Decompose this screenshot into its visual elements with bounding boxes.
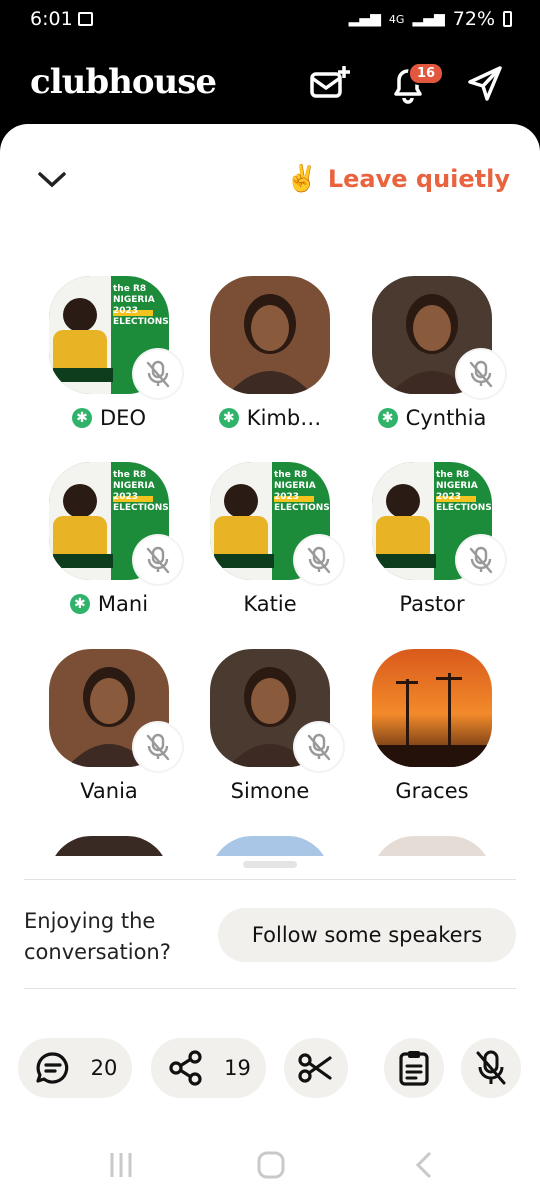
enjoy-prompt: Enjoying the conversation?	[24, 909, 171, 964]
battery-level: 72%	[452, 8, 495, 30]
clubhouse-logo[interactable]: clubhouse	[30, 62, 217, 102]
send-icon[interactable]	[464, 62, 508, 106]
notes-button[interactable]	[384, 1038, 444, 1098]
speaker-name: DEO	[100, 406, 146, 430]
speaker-name-row: ✱ DEO	[28, 406, 190, 430]
speaker-tile[interactable]: the R8 NIGERIA 2023 ELECTIONS Pastor	[351, 462, 513, 616]
invite-mail-icon[interactable]	[308, 62, 352, 106]
speaker-name: Katie	[243, 592, 297, 616]
moderator-badge-icon: ✱	[218, 408, 239, 428]
share-icon	[169, 1050, 202, 1086]
notification-badge: 16	[408, 62, 445, 85]
speaker-tile[interactable]: ✱ Kimb…	[189, 276, 351, 430]
speaker-name-row: Graces	[351, 779, 513, 803]
mic-muted-button[interactable]	[461, 1038, 521, 1098]
mic-muted-icon	[457, 350, 505, 398]
message-notification-icon	[78, 12, 93, 26]
sunset-photo	[372, 649, 492, 767]
speaker-name: Simone	[230, 779, 310, 803]
speaker-tile[interactable]: Vania	[28, 649, 190, 803]
chat-button[interactable]: 20	[18, 1038, 132, 1098]
speaker-name: Kimb…	[246, 406, 322, 430]
speaker-avatar[interactable]	[210, 836, 330, 856]
speaker-tile-partial[interactable]	[351, 836, 513, 856]
speaker-tile[interactable]: Simone	[189, 649, 351, 803]
speaker-name: Vania	[80, 779, 138, 803]
mic-muted-icon	[134, 723, 182, 771]
app-bar: clubhouse 16	[0, 40, 540, 126]
speaker-name: Cynthia	[405, 406, 487, 430]
divider	[24, 988, 516, 989]
signal-icon: ▂▄▆	[348, 11, 381, 27]
speaker-name: Graces	[395, 779, 469, 803]
home-icon[interactable]	[256, 1150, 286, 1180]
moderator-badge-icon: ✱	[69, 594, 90, 614]
speaker-name-row: ✱ Mani	[28, 592, 190, 616]
profile-photo	[210, 276, 330, 394]
follow-speakers-button[interactable]: Follow some speakers	[218, 908, 516, 962]
chat-icon	[36, 1052, 68, 1084]
speaker-name: Pastor	[399, 592, 465, 616]
system-nav-bar	[0, 1140, 540, 1190]
moderator-badge-icon: ✱	[377, 408, 398, 428]
speaker-name-row: Simone	[189, 779, 351, 803]
collapse-chevron-icon[interactable]	[36, 164, 68, 196]
mic-muted-icon	[295, 723, 343, 771]
scissors-icon	[298, 1053, 332, 1083]
speaker-name-row: Vania	[28, 779, 190, 803]
mic-muted-icon	[476, 1050, 506, 1085]
speaker-tile[interactable]: ✱ Cynthia	[351, 276, 513, 430]
speaker-name-row: Katie	[189, 592, 351, 616]
share-button[interactable]: 19	[151, 1038, 266, 1098]
peace-hand-icon: ✌️	[285, 164, 318, 194]
speaker-name-row: Pastor	[351, 592, 513, 616]
speaker-tile[interactable]: the R8 NIGERIA 2023 ELECTIONS ✱ DEO	[28, 276, 190, 430]
speaker-tile[interactable]: the R8 NIGERIA 2023 ELECTIONS Katie	[189, 462, 351, 616]
speaker-avatar[interactable]	[372, 649, 492, 767]
back-icon[interactable]	[410, 1150, 440, 1180]
speaker-name-row: ✱ Cynthia	[351, 406, 513, 430]
battery-icon	[503, 11, 512, 27]
drag-handle[interactable]	[243, 861, 297, 868]
clipboard-icon	[399, 1051, 429, 1086]
mic-muted-icon	[134, 536, 182, 584]
share-count: 19	[224, 1056, 251, 1080]
speaker-name-row: ✱ Kimb…	[189, 406, 351, 430]
speaker-avatar[interactable]	[210, 276, 330, 394]
status-bar: 6:01 ▂▄▆ 4G ▂▄▆ 72%	[0, 0, 540, 40]
mic-muted-icon	[457, 536, 505, 584]
speaker-name: Mani	[97, 592, 149, 616]
speaker-tile-partial[interactable]	[28, 836, 190, 856]
speaker-avatar[interactable]	[49, 836, 169, 856]
divider	[24, 879, 516, 880]
chat-count: 20	[90, 1056, 118, 1080]
moderator-badge-icon: ✱	[72, 408, 93, 428]
leave-label: Leave quietly	[327, 165, 510, 193]
status-time: 6:01	[30, 8, 73, 30]
mic-muted-icon	[295, 536, 343, 584]
mic-muted-icon	[134, 350, 182, 398]
leave-quietly-button[interactable]: ✌️ Leave quietly	[285, 164, 510, 194]
speaker-tile[interactable]: Graces	[351, 649, 513, 803]
network-type: 4G	[388, 12, 405, 26]
speaker-tile-partial[interactable]	[189, 836, 351, 856]
recent-apps-icon[interactable]	[106, 1150, 136, 1180]
signal-icon-2: ▂▄▆	[412, 11, 445, 27]
speaker-grid: the R8 NIGERIA 2023 ELECTIONS ✱ DEO ✱ Kimb… ✱ Cy…	[0, 276, 540, 856]
speaker-avatar[interactable]	[372, 836, 492, 856]
clip-button[interactable]	[284, 1038, 348, 1098]
speaker-tile[interactable]: the R8 NIGERIA 2023 ELECTIONS ✱ Mani	[28, 462, 190, 616]
